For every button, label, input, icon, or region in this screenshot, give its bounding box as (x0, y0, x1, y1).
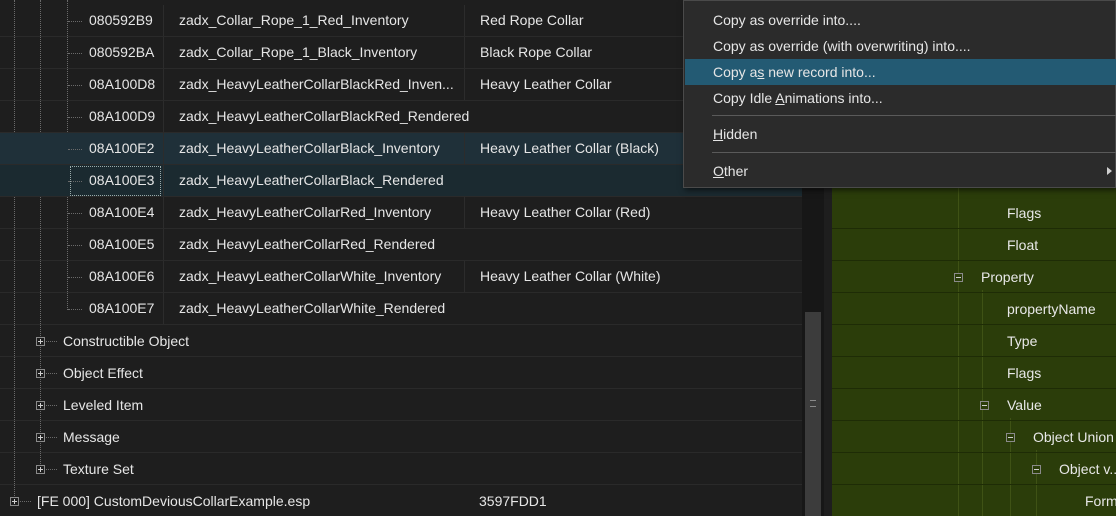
menu-item-label: Copy Idle (713, 90, 776, 106)
menu-item-label: idden (723, 126, 758, 142)
field-label: Value (1007, 397, 1042, 413)
menu-item-copy-idle-animations[interactable]: Copy Idle Animations into... (685, 85, 1116, 111)
form-id: 080592BA (89, 44, 155, 60)
group-row-constructible-object[interactable]: Constructible Object (0, 325, 802, 357)
form-id: 08A100D9 (89, 108, 156, 124)
collapse-icon[interactable] (980, 401, 989, 410)
record-row[interactable]: 08A100E6 zadx_HeavyLeatherCollarWhite_In… (0, 261, 802, 293)
editor-id: zadx_HeavyLeatherCollarBlack_Inventory (163, 133, 463, 164)
record-name: Heavy Leather Collar (Red) (464, 197, 802, 228)
field-row[interactable]: Type (832, 325, 1116, 357)
collapse-icon[interactable] (1006, 433, 1015, 442)
menu-item-label: ther (723, 163, 749, 179)
menu-item-accelerator: O (713, 163, 724, 179)
menu-item-accelerator: A (775, 90, 785, 106)
record-row[interactable]: 080592BA zadx_Collar_Rope_1_Black_Invent… (0, 37, 802, 69)
group-label: Object Effect (63, 365, 143, 381)
submenu-arrow-icon (1107, 167, 1112, 175)
group-row-object-effect[interactable]: Object Effect (0, 357, 802, 389)
record-row[interactable]: 08A100D8 zadx_HeavyLeatherCollarBlackRed… (0, 69, 802, 101)
field-row[interactable]: Form (832, 485, 1116, 516)
expand-icon[interactable] (36, 401, 45, 410)
record-row[interactable]: 08A100E4 zadx_HeavyLeatherCollarRed_Inve… (0, 197, 802, 229)
field-row[interactable]: Object v... (832, 453, 1116, 485)
menu-item-hidden[interactable]: Hidden (685, 121, 1116, 147)
form-id: 08A100E3 (89, 172, 155, 188)
field-row[interactable]: Value (832, 389, 1116, 421)
field-label: Object Union (1033, 429, 1114, 445)
form-id: 08A100E5 (89, 236, 155, 252)
editor-id: zadx_HeavyLeatherCollarBlackRed_Inven... (163, 69, 463, 100)
record-row[interactable]: 080592B9 zadx_Collar_Rope_1_Red_Inventor… (0, 5, 802, 37)
field-label: Property (981, 269, 1034, 285)
field-row[interactable]: Flags (832, 357, 1116, 389)
menu-item-label: Copy as override (with overwriting) into… (713, 38, 971, 54)
group-label: Texture Set (63, 461, 134, 477)
group-label: Leveled Item (63, 397, 144, 413)
editor-id: zadx_HeavyLeatherCollarRed_Rendered (163, 229, 802, 260)
menu-item-copy-as-new-record[interactable]: Copy as new record into... (685, 59, 1116, 85)
plugin-label: [FE 000] CustomDeviousCollarExample.esp (37, 493, 311, 509)
expand-icon[interactable] (10, 497, 19, 506)
menu-item-label: new record into... (764, 64, 876, 80)
plugin-crc: 3597FDD1 (479, 493, 547, 509)
form-id: 08A100E4 (89, 204, 155, 220)
editor-id: zadx_HeavyLeatherCollarRed_Inventory (163, 197, 463, 228)
record-row[interactable]: 08A100D9 zadx_HeavyLeatherCollarBlackRed… (0, 101, 802, 133)
menu-item-other[interactable]: Other (685, 158, 1116, 184)
expand-icon[interactable] (36, 369, 45, 378)
form-id: 08A100E2 (89, 140, 155, 156)
group-row-leveled-item[interactable]: Leveled Item (0, 389, 802, 421)
collapse-icon[interactable] (1032, 465, 1041, 474)
record-row-selected[interactable]: 08A100E2 zadx_HeavyLeatherCollarBlack_In… (0, 133, 802, 165)
menu-item-copy-as-override[interactable]: Copy as override into.... (685, 7, 1116, 33)
scrollbar-thumb[interactable] (805, 312, 821, 516)
editor-id: zadx_Collar_Rope_1_Black_Inventory (163, 37, 463, 68)
grip-icon (810, 400, 816, 407)
plugin-row[interactable]: [FE 000] CustomDeviousCollarExample.esp … (0, 485, 802, 516)
form-id: 080592B9 (89, 12, 153, 28)
form-id: 08A100D8 (89, 76, 156, 92)
field-label: Object v... (1059, 461, 1116, 477)
record-row-focused[interactable]: 08A100E3 zadx_HeavyLeatherCollarBlack_Re… (0, 165, 802, 197)
menu-separator (712, 152, 1116, 153)
field-row[interactable]: Property (832, 261, 1116, 293)
field-row[interactable]: Float (832, 229, 1116, 261)
field-label: Float (1007, 237, 1039, 253)
form-id: 08A100E6 (89, 268, 155, 284)
menu-item-label: Copy a (713, 64, 758, 80)
field-row[interactable]: propertyName (832, 293, 1116, 325)
record-name: Heavy Leather Collar (White) (464, 261, 802, 292)
editor-id: zadx_Collar_Rope_1_Red_Inventory (163, 5, 463, 36)
field-label: propertyName (1007, 301, 1096, 317)
menu-item-accelerator: H (713, 126, 724, 142)
editor-id: zadx_HeavyLeatherCollarWhite_Rendered (163, 293, 802, 324)
field-row[interactable]: Object Union (832, 421, 1116, 453)
record-row[interactable]: 08A100E7 zadx_HeavyLeatherCollarWhite_Re… (0, 293, 802, 325)
menu-item-label: Copy as override into.... (713, 12, 861, 28)
record-row[interactable]: 08A100E5 zadx_HeavyLeatherCollarRed_Rend… (0, 229, 802, 261)
menu-separator (712, 115, 1116, 116)
field-label: Flags (1007, 365, 1042, 381)
expand-icon[interactable] (36, 337, 45, 346)
menu-item-label: nimations into... (784, 90, 883, 106)
field-label: Flags (1007, 205, 1042, 221)
expand-icon[interactable] (36, 465, 45, 474)
group-row-texture-set[interactable]: Texture Set (0, 453, 802, 485)
group-label: Message (63, 429, 120, 445)
group-label: Constructible Object (63, 333, 190, 349)
menu-item-copy-as-override-overwriting[interactable]: Copy as override (with overwriting) into… (685, 33, 1116, 59)
field-row[interactable]: Flags (832, 197, 1116, 229)
collapse-icon[interactable] (954, 273, 963, 282)
field-label: Type (1007, 333, 1038, 349)
form-id: 08A100E7 (89, 300, 155, 316)
editor-id: zadx_HeavyLeatherCollarWhite_Inventory (163, 261, 463, 292)
field-label: Form (1085, 493, 1116, 509)
group-row-message[interactable]: Message (0, 421, 802, 453)
expand-icon[interactable] (36, 433, 45, 442)
record-tree-view[interactable]: 080592B9 zadx_Collar_Rope_1_Red_Inventor… (0, 0, 802, 516)
context-menu: Copy as override into.... Copy as overri… (683, 0, 1116, 188)
